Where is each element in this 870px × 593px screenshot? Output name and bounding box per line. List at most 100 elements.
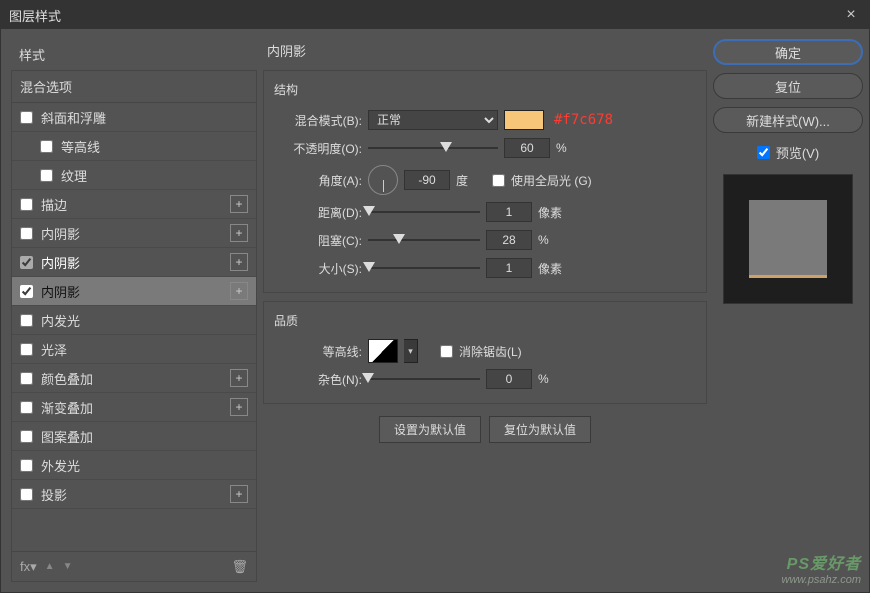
style-checkbox[interactable] [40,140,53,153]
style-checkbox[interactable] [40,169,53,182]
choke-unit: % [538,233,568,247]
reset-default-button[interactable]: 复位为默认值 [489,416,591,443]
set-default-button[interactable]: 设置为默认值 [379,416,481,443]
style-checkbox[interactable] [20,372,33,385]
default-buttons-row: 设置为默认值 复位为默认值 [263,416,707,443]
choke-slider[interactable] [368,232,480,248]
ok-button[interactable]: 确定 [713,39,863,65]
style-item[interactable]: 等高线 [12,132,256,161]
styles-sidebar: 样式 混合选项 斜面和浮雕等高线纹理描边+内阴影+内阴影+内阴影+内发光光泽颜色… [11,39,257,582]
style-item[interactable]: 颜色叠加 + [12,364,256,393]
size-slider[interactable] [368,260,480,276]
blend-mode-select[interactable]: 正常 [368,110,498,130]
distance-input[interactable] [486,202,532,222]
choke-row: 阻塞(C): % [274,226,696,254]
style-item[interactable]: 内发光 [12,306,256,335]
style-label: 内阴影 [41,253,222,272]
style-checkbox[interactable] [20,227,33,240]
preview-swatch [749,200,827,278]
global-light-checkbox[interactable] [492,174,505,187]
add-icon[interactable]: + [230,224,248,242]
style-label: 投影 [41,485,222,504]
style-checkbox[interactable] [20,343,33,356]
distance-row: 距离(D): 像素 [274,198,696,226]
distance-slider[interactable] [368,204,480,220]
blend-options[interactable]: 混合选项 [12,71,256,103]
fx-icon[interactable]: fx▾ [20,559,37,575]
blend-mode-row: 混合模式(B): 正常 #f7c678 [274,106,696,134]
style-item[interactable]: 斜面和浮雕 [12,103,256,132]
add-icon[interactable]: + [230,195,248,213]
style-item[interactable]: 渐变叠加 + [12,393,256,422]
style-checkbox[interactable] [20,401,33,414]
style-item[interactable]: 描边 + [12,190,256,219]
style-checkbox[interactable] [20,459,33,472]
style-checkbox[interactable] [20,285,33,298]
style-item[interactable]: 内阴影 + [12,248,256,277]
style-checkbox[interactable] [20,430,33,443]
angle-dial[interactable] [368,165,398,195]
style-label: 渐变叠加 [41,398,222,417]
style-item[interactable]: 图案叠加 [12,422,256,451]
down-icon[interactable]: ▼ [63,561,73,572]
contour-dropdown[interactable]: ▾ [404,339,418,363]
styles-list: 混合选项 斜面和浮雕等高线纹理描边+内阴影+内阴影+内阴影+内发光光泽颜色叠加+… [11,71,257,582]
style-item[interactable]: 光泽 [12,335,256,364]
preview-checkbox-row: 预览(V) [713,143,863,162]
up-icon[interactable]: ▲ [45,561,55,572]
style-label: 内阴影 [41,282,222,301]
add-icon[interactable]: + [230,282,248,300]
size-input[interactable] [486,258,532,278]
antialias-checkbox[interactable] [440,345,453,358]
opacity-slider[interactable] [368,140,498,156]
color-swatch[interactable] [504,110,544,130]
angle-row: 角度(A): 度 使用全局光 (G) [274,166,696,194]
spacer [12,509,256,551]
contour-row: 等高线: ▾ 消除锯齿(L) [274,337,696,365]
distance-unit: 像素 [538,204,568,221]
style-label: 描边 [41,195,222,214]
style-item[interactable]: 投影 + [12,480,256,509]
right-panel: 确定 复位 新建样式(W)... 预览(V) [713,39,863,582]
style-checkbox[interactable] [20,111,33,124]
preview-box [723,174,853,304]
add-icon[interactable]: + [230,369,248,387]
noise-slider[interactable] [368,371,480,387]
noise-input[interactable] [486,369,532,389]
contour-swatch[interactable] [368,339,398,363]
choke-label: 阻塞(C): [274,232,362,249]
cancel-button[interactable]: 复位 [713,73,863,99]
new-style-button[interactable]: 新建样式(W)... [713,107,863,133]
add-icon[interactable]: + [230,398,248,416]
distance-label: 距离(D): [274,204,362,221]
noise-label: 杂色(N): [274,371,362,388]
style-label: 颜色叠加 [41,369,222,388]
style-label: 纹理 [61,166,248,185]
blend-mode-label: 混合模式(B): [274,112,362,129]
style-checkbox[interactable] [20,198,33,211]
close-icon[interactable]: × [841,6,861,24]
trash-icon[interactable]: 🗑 [231,559,248,575]
styles-header: 样式 [11,39,257,71]
styles-footer: fx▾ ▲ ▼ 🗑 [12,551,256,581]
style-checkbox[interactable] [20,488,33,501]
angle-input[interactable] [404,170,450,190]
style-item[interactable]: 外发光 [12,451,256,480]
add-icon[interactable]: + [230,253,248,271]
opacity-input[interactable] [504,138,550,158]
style-checkbox[interactable] [20,314,33,327]
contour-label: 等高线: [274,343,362,360]
choke-input[interactable] [486,230,532,250]
add-icon[interactable]: + [230,485,248,503]
style-item[interactable]: 内阴影 + [12,277,256,306]
dialog-body: 样式 混合选项 斜面和浮雕等高线纹理描边+内阴影+内阴影+内阴影+内发光光泽颜色… [1,29,869,592]
noise-row: 杂色(N): % [274,365,696,393]
preview-checkbox[interactable] [757,146,770,159]
angle-unit: 度 [456,172,486,189]
style-label: 外发光 [41,456,248,475]
style-item[interactable]: 内阴影+ [12,219,256,248]
size-label: 大小(S): [274,260,362,277]
style-checkbox[interactable] [20,256,33,269]
antialias-label: 消除锯齿(L) [459,343,522,360]
style-item[interactable]: 纹理 [12,161,256,190]
